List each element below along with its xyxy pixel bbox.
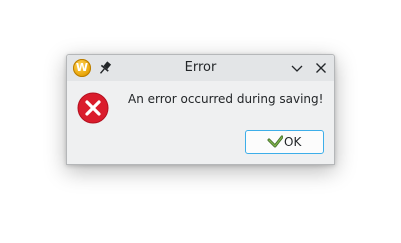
checkmark-icon [267,135,283,148]
error-message: An error occurred during saving! [128,92,324,106]
chevron-down-icon[interactable] [289,60,305,76]
close-icon[interactable] [313,60,329,76]
error-dialog: Error W An error occurred during saving! [66,54,335,165]
error-icon [77,92,109,124]
app-icon[interactable]: W [73,59,91,77]
title-bar[interactable]: Error W [67,55,334,81]
pin-icon[interactable] [97,60,113,76]
ok-button[interactable]: OK [245,130,324,154]
ok-button-label: OK [284,135,302,149]
